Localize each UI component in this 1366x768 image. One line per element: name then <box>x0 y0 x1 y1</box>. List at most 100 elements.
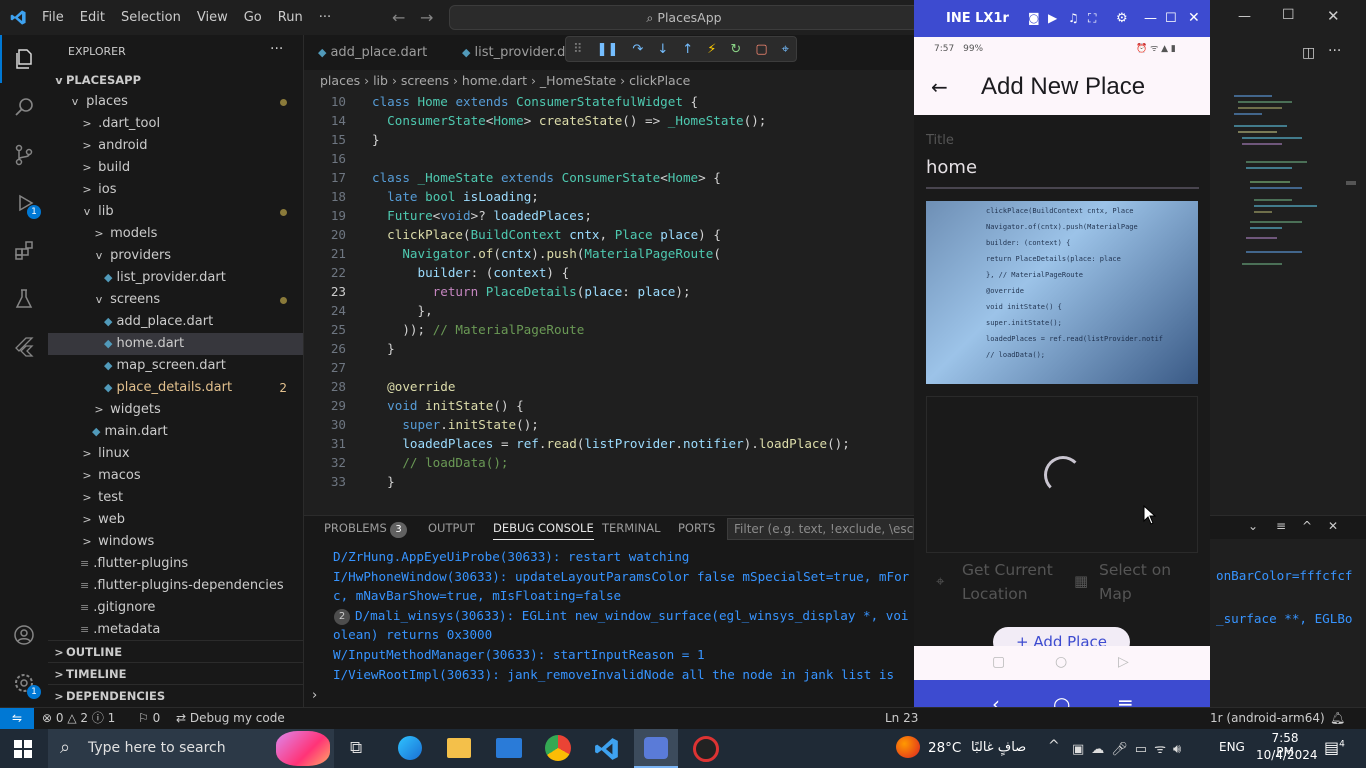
menu-item[interactable]: View <box>189 0 236 35</box>
console-prompt-icon[interactable]: › <box>312 688 317 703</box>
emulator-taskbar-icon[interactable] <box>634 729 678 768</box>
tree-item[interactable]: ≡ .gitignore <box>48 597 303 619</box>
tree-item[interactable]: > ios <box>48 179 303 201</box>
settings-gear-icon[interactable]: ⚙ <box>1116 0 1128 37</box>
tree-item[interactable]: ◆ map_screen.dart <box>48 355 303 377</box>
tree-item[interactable]: > .dart_tool <box>48 113 303 135</box>
code-line[interactable]: 32 // loadData(); <box>304 453 914 472</box>
tree-item[interactable]: ◆ main.dart <box>48 421 303 443</box>
code-line[interactable]: 33 } <box>304 472 914 491</box>
tree-item[interactable]: ≡ .flutter-plugins-dependencies <box>48 575 303 597</box>
emulator-minimize-icon[interactable]: — <box>1144 0 1157 37</box>
cursor-position[interactable]: Ln 23 <box>885 708 918 729</box>
tree-item[interactable]: v lib <box>48 201 303 223</box>
maximize-window-icon[interactable]: ☐ <box>1282 7 1295 23</box>
tray-icons[interactable]: ▣☁🎤︎▭ᯤ🔊︎ <box>1072 739 1188 757</box>
flutter-icon[interactable] <box>0 323 48 371</box>
step-over-icon[interactable]: ↷ <box>632 42 643 57</box>
maximize-panel-icon[interactable]: ^ <box>1302 519 1312 533</box>
title-field-value[interactable]: home <box>926 157 977 178</box>
workspace-root[interactable]: v PLACESAPP <box>48 69 303 91</box>
close-window-icon[interactable]: ✕ <box>1327 7 1340 25</box>
timeline-section[interactable]: > TIMELINE <box>48 662 303 684</box>
vscode-taskbar-icon[interactable] <box>594 736 620 762</box>
accounts-icon[interactable] <box>0 611 48 659</box>
menu-item[interactable]: Edit <box>72 0 113 35</box>
code-line[interactable]: 28 @override <box>304 377 914 396</box>
tree-item[interactable]: ◆ place_details.dart 2 <box>48 377 303 399</box>
step-out-icon[interactable]: ↑ <box>682 42 693 57</box>
minimize-window-icon[interactable]: — <box>1238 9 1251 24</box>
tab-add-place[interactable]: ◆ add_place.dart <box>318 35 427 70</box>
task-view-icon[interactable]: ⧉ <box>350 738 362 758</box>
inspect-icon[interactable]: ⌖ <box>782 42 789 57</box>
tree-item[interactable]: > models <box>48 223 303 245</box>
back-arrow-icon[interactable]: ← <box>931 75 948 99</box>
minimap-slider[interactable] <box>1346 181 1356 185</box>
tree-item[interactable]: v screens <box>48 289 303 311</box>
emulator-maximize-icon[interactable]: ☐ <box>1165 0 1177 37</box>
drag-handle-icon[interactable]: ⠿ <box>573 42 583 57</box>
code-line[interactable]: 27 <box>304 358 914 377</box>
breadcrumb[interactable]: places › lib › screens › home.dart › _Ho… <box>304 70 914 92</box>
get-location-button[interactable]: Get Current Location <box>962 558 1072 606</box>
tree-item[interactable]: > widgets <box>48 399 303 421</box>
clock-date[interactable]: 10/4/2024 <box>1256 748 1318 762</box>
fullscreen-icon[interactable]: ⛶ <box>1088 0 1096 37</box>
extensions-icon[interactable] <box>0 227 48 275</box>
language-indicator[interactable]: ENG <box>1219 740 1245 754</box>
step-into-icon[interactable]: ↓ <box>657 42 668 57</box>
mail-icon[interactable] <box>496 738 522 758</box>
explorer-icon[interactable] <box>0 35 48 83</box>
code-line[interactable]: 14 ConsumerState<Home> createState() => … <box>304 111 914 130</box>
emulator-close-icon[interactable]: ✕ <box>1188 0 1200 37</box>
problems-status[interactable]: ⊗ 0 △ 2 ⓘ 1 <box>42 708 115 729</box>
device-status[interactable]: 1r (android-arm64) <box>1210 708 1325 729</box>
file-explorer-icon[interactable] <box>447 738 471 758</box>
tree-item[interactable]: ◆ add_place.dart <box>48 311 303 333</box>
record-icon[interactable]: ▶ <box>1048 0 1057 37</box>
restart-icon[interactable]: ↻ <box>730 42 741 57</box>
chrome-icon[interactable] <box>545 735 571 761</box>
tree-item[interactable]: > build <box>48 157 303 179</box>
code-line[interactable]: 29 void initState() { <box>304 396 914 415</box>
code-line[interactable]: 17 class _HomeState extends ConsumerState… <box>304 168 914 187</box>
code-line[interactable]: 19 Future<void>? loadedPlaces; <box>304 206 914 225</box>
tree-item[interactable]: > windows <box>48 531 303 553</box>
code-line[interactable]: 31 loadedPlaces = ref.read(listProvider.… <box>304 434 914 453</box>
tree-item[interactable]: > linux <box>48 443 303 465</box>
code-line[interactable]: 24 }, <box>304 301 914 320</box>
tree-item[interactable]: v places <box>48 91 303 113</box>
debug-status[interactable]: ⇄ Debug my code <box>176 708 285 729</box>
show-hidden-icons[interactable]: ^ <box>1048 738 1060 754</box>
chevron-down-icon[interactable]: ⌄ <box>1248 519 1258 533</box>
search-icon[interactable] <box>0 83 48 131</box>
stop-icon[interactable]: ▢ <box>755 42 767 57</box>
outline-section[interactable]: > OUTLINE <box>48 640 303 662</box>
testing-icon[interactable] <box>0 275 48 323</box>
menu-item[interactable]: Run <box>270 0 311 35</box>
tab-list-provider[interactable]: ◆ list_provider.da <box>462 35 573 70</box>
code-line[interactable]: 15} <box>304 130 914 149</box>
home-icon[interactable]: ○ <box>1055 654 1067 670</box>
console-filter-input[interactable]: Filter (e.g. text, !exclude, \escape) <box>727 518 914 540</box>
minimap[interactable] <box>1232 92 1324 272</box>
close-panel-icon[interactable]: ✕ <box>1328 519 1338 533</box>
recents-icon[interactable]: ▢ <box>992 654 1005 670</box>
code-line[interactable]: 16 <box>304 149 914 168</box>
code-line[interactable]: 30 super.initState(); <box>304 415 914 434</box>
tab-ports[interactable]: PORTS <box>678 516 715 540</box>
taskbar-search-box[interactable]: ⌕ Type here to search <box>48 729 334 768</box>
tab-debug-console[interactable]: DEBUG CONSOLE <box>493 516 594 540</box>
headset-icon[interactable]: ♫ <box>1068 0 1079 37</box>
clear-console-icon[interactable]: ≡ <box>1276 519 1286 533</box>
menu-item[interactable]: ··· <box>311 0 339 35</box>
menu-item[interactable]: Selection <box>113 0 189 35</box>
more-actions-icon[interactable]: ··· <box>270 41 283 57</box>
code-line[interactable]: 21 Navigator.of(cntx).push(MaterialPageR… <box>304 244 914 263</box>
forward-arrow-icon[interactable]: → <box>420 8 433 27</box>
code-line[interactable]: 10 class Home extends ConsumerStatefulWid… <box>304 92 914 111</box>
tree-item[interactable]: ◆ list_provider.dart <box>48 267 303 289</box>
windows-start-icon[interactable] <box>14 740 32 758</box>
edge-icon[interactable] <box>398 736 422 760</box>
